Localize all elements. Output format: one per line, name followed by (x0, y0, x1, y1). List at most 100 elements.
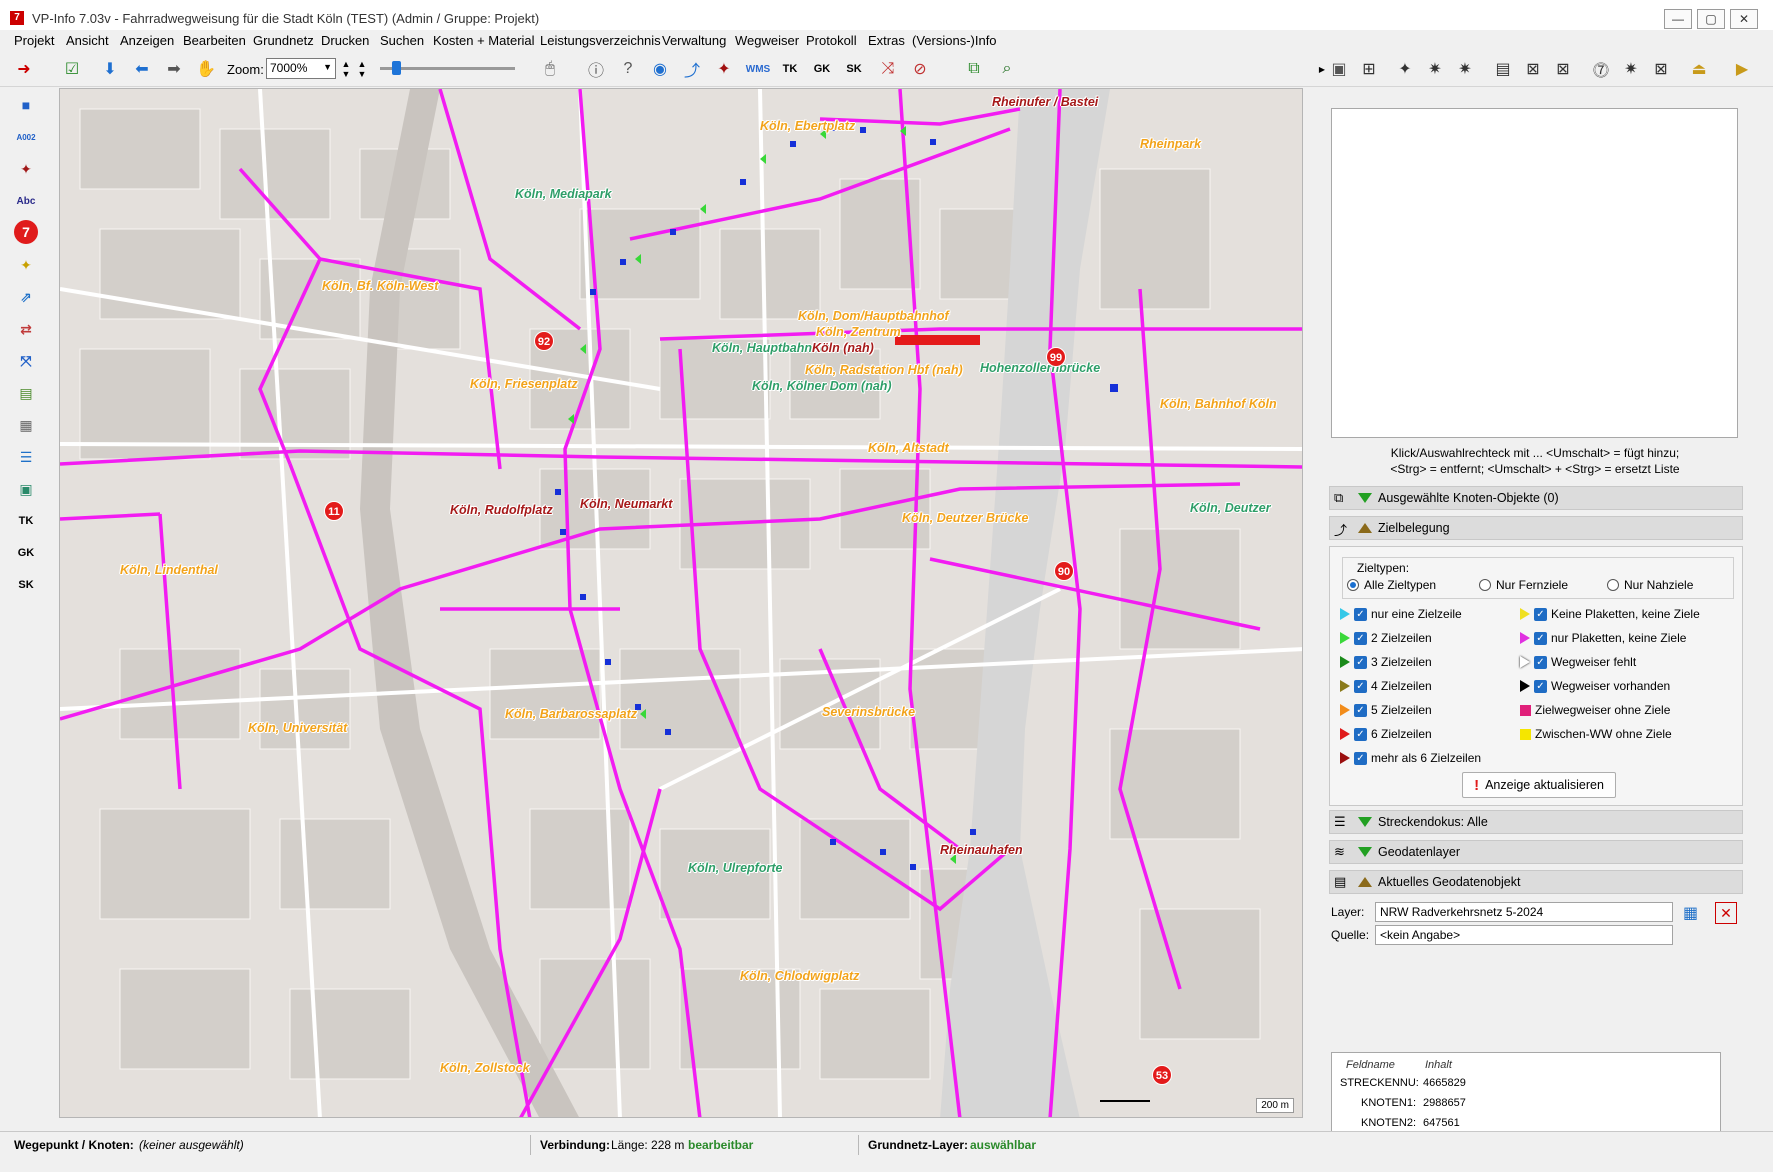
up-icon[interactable]: ⏏ (1687, 57, 1711, 81)
seven-tool-icon[interactable]: 7 (14, 220, 38, 244)
table-icon[interactable]: ▦ (1683, 903, 1698, 923)
label-barbarossaplatz[interactable]: Köln, Barbarossaplatz (505, 707, 637, 721)
star-tool-icon[interactable]: ✦ (12, 156, 40, 182)
label-rheinpark[interactable]: Rheinpark (1140, 137, 1201, 151)
ziel-check-row[interactable]: ✓ 4 Zielzeilen (1340, 679, 1432, 693)
label-rheinufer-bastei[interactable]: Rheinufer / Bastei (992, 95, 1098, 109)
checkbox-checked-icon[interactable]: ✓ (1354, 751, 1367, 765)
crosshair-icon[interactable]: ⊞ (1357, 57, 1381, 81)
label-bahnhof-deutz[interactable]: Köln, Bahnhof Köln (1160, 397, 1277, 411)
route-edit-icon[interactable]: ⤨ (876, 57, 900, 81)
frame-icon[interactable]: ⊠ (1521, 57, 1545, 81)
map-canvas[interactable] (60, 89, 1303, 1118)
layer-field[interactable]: NRW Radverkehrsnetz 5-2024 (1375, 902, 1673, 922)
ziel-check-row[interactable]: ✓ 5 Zielzeilen (1340, 703, 1432, 717)
label-chlodwigplatz[interactable]: Köln, Chlodwigplatz (740, 969, 859, 983)
section-aktuelles-geodatenobjekt[interactable]: ▤ Aktuelles Geodatenobjekt (1329, 870, 1743, 894)
label-ulrepforte[interactable]: Köln, Ulrepforte (688, 861, 782, 875)
label-lindenthal[interactable]: Köln, Lindenthal (120, 563, 218, 577)
checkbox-checked-icon[interactable]: ✓ (1354, 703, 1367, 717)
radio-nur-fernziele[interactable]: Nur Fernziele (1479, 578, 1568, 592)
pin-tool-icon[interactable]: ✦ (12, 252, 40, 278)
section-selected-nodes[interactable]: ⧉ Ausgewählte Knoten-Objekte (0) (1329, 486, 1743, 510)
zoom-slider[interactable] (380, 61, 515, 75)
arrow-left-icon[interactable]: ⬅ (130, 57, 154, 81)
gk-icon[interactable]: GK (810, 57, 834, 81)
map-view[interactable]: Rheinufer / Bastei Köln, Ebertplatz Rhei… (59, 88, 1303, 1118)
checkbox-checked-icon[interactable]: ✓ (1354, 631, 1367, 645)
label-radstation[interactable]: Köln, Radstation Hbf (nah) (805, 363, 963, 377)
menu-anzeigen[interactable]: Anzeigen (120, 33, 174, 48)
badge-11[interactable]: 11 (324, 501, 344, 521)
label-koelner-dom[interactable]: Köln, Kölner Dom (nah) (752, 379, 892, 393)
collapse-icon[interactable] (1358, 877, 1372, 887)
checkbox-checked-icon[interactable]: ✓ (1534, 631, 1547, 645)
label-zentrum[interactable]: Köln, Zentrum (816, 325, 901, 339)
cross-star2-icon[interactable]: ✷ (1453, 57, 1477, 81)
label-friesenplatz[interactable]: Köln, Friesenplatz (470, 377, 578, 391)
layer-icon[interactable]: ⧉ (962, 57, 986, 81)
checkbox-checked-icon[interactable]: ✓ (1354, 655, 1367, 669)
label-universitaet[interactable]: Köln, Universität (248, 721, 347, 735)
menu-bearbeiten[interactable]: Bearbeiten (183, 33, 246, 48)
abc-tool-icon[interactable]: Abc (12, 188, 40, 214)
route-icon[interactable]: ⤴ (680, 57, 704, 81)
checkbox-checked-icon[interactable]: ✓ (1354, 679, 1367, 693)
tk-icon[interactable]: TK (778, 57, 802, 81)
label-deutzer-bruecke[interactable]: Köln, Deutzer Brücke (902, 511, 1028, 525)
refresh-button[interactable]: ! Anzeige aktualisieren (1462, 772, 1616, 798)
selection-list[interactable] (1331, 108, 1738, 438)
menu-grundnetz[interactable]: Grundnetz (253, 33, 314, 48)
ziel-check-row[interactable]: ✓ 2 Zielzeilen (1340, 631, 1432, 645)
section-streckendokus[interactable]: ☰ Streckendokus: Alle (1329, 810, 1743, 834)
menu-versions-info[interactable]: (Versions-)Info (912, 33, 997, 48)
checkbox-checked-icon[interactable]: ✓ (1534, 607, 1547, 621)
badge-90[interactable]: 90 (1054, 561, 1074, 581)
arrow-down-icon[interactable]: ⬇ (98, 57, 122, 81)
label-rheinauhafen[interactable]: Rheinauhafen (940, 843, 1023, 857)
badge-53[interactable]: 53 (1152, 1065, 1172, 1085)
ziel-check-row[interactable]: ✓ Wegweiser fehlt (1520, 655, 1636, 669)
collapse-icon[interactable] (1358, 523, 1372, 533)
zoom-slider-thumb[interactable] (392, 61, 401, 75)
label-deutzer[interactable]: Köln, Deutzer (1190, 501, 1271, 515)
label-altstadt[interactable]: Köln, Altstadt (868, 441, 949, 455)
label-dom-hauptbahnhof[interactable]: Köln, Dom/Hauptbahnhof (798, 309, 949, 323)
expand-icon[interactable] (1358, 493, 1372, 503)
badge-92[interactable]: 92 (534, 331, 554, 351)
sk-icon[interactable]: SK (842, 57, 866, 81)
expand-icon[interactable] (1358, 817, 1372, 827)
split-tool-icon[interactable]: ⇄ (12, 316, 40, 342)
tk-tool-icon[interactable]: TK (12, 508, 40, 534)
menu-suchen[interactable]: Suchen (380, 33, 424, 48)
menu-extras[interactable]: Extras (868, 33, 905, 48)
ziel-check-row[interactable]: ✓ nur Plaketten, keine Ziele (1520, 631, 1686, 645)
page-icon[interactable]: ▤ (1491, 57, 1515, 81)
mouse-icon[interactable]: 🖱 (538, 57, 562, 81)
node-icon[interactable]: ▣ (1327, 57, 1351, 81)
route-delete-icon[interactable]: ⊘ (908, 57, 932, 81)
gk-tool-icon[interactable]: GK (12, 540, 40, 566)
cross3-icon[interactable]: ✷ (1619, 57, 1643, 81)
label-zollstock[interactable]: Köln, Zollstock (440, 1061, 530, 1075)
menu-projekt[interactable]: Projekt (14, 33, 54, 48)
spin-down-icon[interactable]: ▲ ▼ (356, 57, 368, 81)
close-button[interactable]: ✕ (1730, 9, 1758, 29)
checkbox-checked-icon[interactable]: ✓ (1354, 607, 1367, 621)
checkbox-checked-icon[interactable]: ✓ (1534, 679, 1547, 693)
checkbox-checked-icon[interactable]: ✓ (1534, 655, 1547, 669)
section-geodatenlayer[interactable]: ≋ Geodatenlayer (1329, 840, 1743, 864)
delete-icon[interactable]: ✕ (1715, 902, 1737, 924)
menu-protokoll[interactable]: Protokoll (806, 33, 857, 48)
menu-drucken[interactable]: Drucken (321, 33, 369, 48)
arrow-right-icon[interactable]: ➡ (162, 57, 186, 81)
star-icon[interactable]: ✦ (712, 57, 736, 81)
menu-verwaltung[interactable]: Verwaltung (662, 33, 726, 48)
exit-icon[interactable]: ➜ (12, 57, 36, 81)
menu-kosten-material[interactable]: Kosten + Material (433, 33, 535, 48)
label-koeln-nah[interactable]: Köln (nah) (812, 341, 874, 355)
play-icon[interactable]: ▶ (1730, 57, 1754, 81)
area-tool-icon[interactable]: ▤ (12, 380, 40, 406)
ziel-check-row[interactable]: ✓ Wegweiser vorhanden (1520, 679, 1670, 693)
info-icon[interactable]: ⓘ (584, 57, 608, 81)
